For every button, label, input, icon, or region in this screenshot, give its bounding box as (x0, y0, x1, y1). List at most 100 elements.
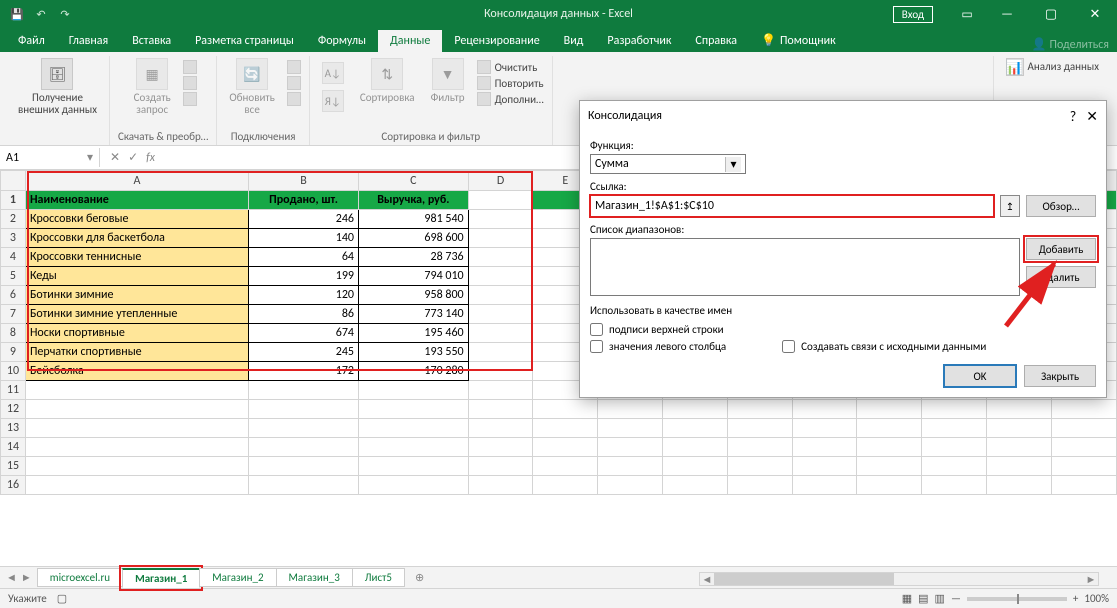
cell[interactable] (359, 381, 469, 400)
range-picker-button[interactable]: ↥ (1000, 195, 1020, 217)
cell[interactable]: Продано, шт. (249, 191, 359, 210)
row-header[interactable]: 6 (1, 286, 26, 305)
redo-icon[interactable]: ↷ (56, 5, 74, 23)
cell[interactable] (857, 400, 922, 419)
cell[interactable] (249, 457, 359, 476)
cell[interactable] (598, 419, 663, 438)
browse-button[interactable]: Обзор… (1026, 195, 1096, 217)
cell[interactable] (25, 381, 248, 400)
cell[interactable] (249, 419, 359, 438)
cell[interactable]: 199 (249, 267, 359, 286)
cell[interactable]: 245 (249, 343, 359, 362)
row-header[interactable]: 15 (1, 457, 26, 476)
cell[interactable] (792, 419, 857, 438)
function-select[interactable]: Сумма▾ (590, 154, 746, 174)
cell[interactable] (662, 476, 727, 495)
cell[interactable]: Кеды (25, 267, 248, 286)
cell[interactable] (533, 476, 598, 495)
cell[interactable] (468, 476, 533, 495)
cell[interactable] (727, 457, 792, 476)
cell[interactable] (25, 476, 248, 495)
data-analysis-button[interactable]: 📊 Анализ данных (1002, 56, 1103, 78)
scroll-thumb[interactable] (714, 573, 894, 585)
cell[interactable]: 958 800 (359, 286, 469, 305)
cell[interactable]: 698 600 (359, 229, 469, 248)
cell[interactable] (662, 400, 727, 419)
sheet-tab[interactable]: Магазин_1 (122, 568, 200, 588)
cell[interactable]: 120 (249, 286, 359, 305)
cell[interactable] (727, 438, 792, 457)
cell[interactable] (359, 438, 469, 457)
cell[interactable] (598, 476, 663, 495)
cell[interactable] (857, 457, 922, 476)
tab-developer[interactable]: Разработчик (595, 30, 683, 52)
cell[interactable] (468, 438, 533, 457)
col-header[interactable]: D (468, 171, 533, 191)
tab-scroll-next-icon[interactable]: ► (21, 571, 32, 584)
close-button[interactable]: Закрыть (1024, 365, 1096, 387)
zoom-in-button[interactable]: + (1073, 592, 1078, 605)
sheet-tab[interactable]: microexcel.ru (37, 568, 123, 587)
row-header[interactable]: 11 (1, 381, 26, 400)
zoom-level[interactable]: 100% (1084, 592, 1109, 605)
get-external-data-button[interactable]: 🗄 Получение внешних данных (14, 56, 101, 118)
cell[interactable]: 140 (249, 229, 359, 248)
row-header[interactable]: 5 (1, 267, 26, 286)
cell[interactable]: 674 (249, 324, 359, 343)
row-header[interactable]: 12 (1, 400, 26, 419)
row-header[interactable]: 8 (1, 324, 26, 343)
cell[interactable] (792, 476, 857, 495)
zoom-slider[interactable] (967, 597, 1067, 601)
cell[interactable] (986, 438, 1051, 457)
macro-record-icon[interactable]: ▢ (57, 592, 67, 605)
maximize-button[interactable]: ▢ (1029, 0, 1073, 28)
cell[interactable] (468, 400, 533, 419)
cell[interactable] (359, 476, 469, 495)
sheet-tab[interactable]: Магазин_3 (276, 568, 353, 587)
create-links-checkbox[interactable]: Создавать связи с исходными данными (782, 340, 986, 353)
new-query-button[interactable]: ▦ Создать запрос (130, 56, 175, 118)
row-header[interactable]: 3 (1, 229, 26, 248)
cell[interactable]: Перчатки спортивные (25, 343, 248, 362)
cell[interactable] (1051, 438, 1116, 457)
cell[interactable] (598, 438, 663, 457)
cell[interactable]: 170 280 (359, 362, 469, 381)
cell[interactable] (792, 400, 857, 419)
cell[interactable]: 794 010 (359, 267, 469, 286)
minimize-button[interactable]: — (985, 0, 1029, 28)
cell[interactable] (857, 438, 922, 457)
cell[interactable] (857, 419, 922, 438)
row-header[interactable]: 14 (1, 438, 26, 457)
cell[interactable]: 981 540 (359, 210, 469, 229)
cell[interactable] (986, 419, 1051, 438)
tab-scroll-prev-icon[interactable]: ◄ (6, 571, 17, 584)
sheet-tab[interactable]: Лист5 (352, 568, 405, 587)
cell[interactable] (359, 419, 469, 438)
close-button[interactable]: ✕ (1073, 0, 1117, 28)
new-sheet-button[interactable]: ⊕ (405, 571, 434, 584)
row-header[interactable]: 10 (1, 362, 26, 381)
delete-button[interactable]: Удалить (1026, 266, 1096, 288)
advanced-filter-button[interactable]: Дополни… (477, 92, 544, 106)
tab-formulas[interactable]: Формулы (306, 30, 378, 52)
cell[interactable]: Носки спортивные (25, 324, 248, 343)
save-icon[interactable]: 💾 (8, 5, 26, 23)
login-button[interactable]: Вход (893, 6, 933, 23)
cancel-formula-icon[interactable]: ✕ (110, 150, 120, 165)
tab-pagelayout[interactable]: Разметка страницы (183, 30, 306, 52)
cell[interactable] (598, 400, 663, 419)
ok-button[interactable]: OK (944, 365, 1016, 387)
row-header[interactable]: 7 (1, 305, 26, 324)
view-pagelayout-icon[interactable]: ▤ (918, 592, 928, 605)
cell[interactable] (249, 476, 359, 495)
cell[interactable] (662, 419, 727, 438)
scroll-left-icon[interactable]: ◄ (700, 573, 714, 586)
scroll-right-icon[interactable]: ► (1084, 573, 1098, 586)
cell[interactable] (986, 400, 1051, 419)
cell[interactable] (249, 381, 359, 400)
cell[interactable]: 28 736 (359, 248, 469, 267)
row-header[interactable]: 16 (1, 476, 26, 495)
row-header[interactable]: 13 (1, 419, 26, 438)
left-col-checkbox[interactable]: значения левого столбца (590, 340, 732, 353)
fx-icon[interactable]: fx (146, 151, 155, 165)
